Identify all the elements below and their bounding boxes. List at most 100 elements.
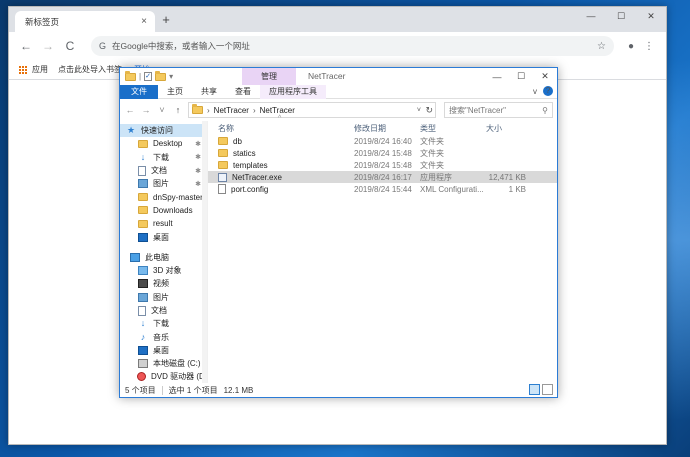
video-icon [138, 279, 148, 289]
nav-item-music[interactable]: ♪ 音乐 [120, 330, 207, 343]
file-date: 2019/8/24 15:48 [354, 148, 412, 158]
nav-this-pc[interactable]: 此电脑 [120, 251, 207, 264]
browser-tab[interactable]: 新标签页 × [15, 11, 155, 32]
refresh-icon[interactable]: ↻ [425, 105, 433, 116]
column-size[interactable]: 大小 [486, 123, 526, 134]
document-icon [138, 305, 146, 316]
address-dropdown-icon[interactable]: ˅ [417, 107, 421, 114]
maximize-button[interactable]: ☐ [606, 7, 636, 25]
tab-close-icon[interactable]: × [137, 16, 151, 27]
nav-item-pc-documents[interactable]: 文档 [120, 304, 207, 317]
breadcrumb-chevron-icon[interactable]: › [253, 106, 256, 115]
folder-icon [125, 70, 136, 81]
apps-icon[interactable] [19, 65, 27, 74]
nav-quick-access[interactable]: ★ 快速访问 [120, 124, 207, 138]
forward-button[interactable]: → [39, 37, 57, 55]
nav-item-videos[interactable]: 视频 [120, 277, 207, 290]
close-button[interactable]: ✕ [636, 7, 666, 25]
file-row[interactable]: db 2019/8/24 16:40 文件夹 [208, 135, 557, 147]
breadcrumb-item[interactable]: NetTracer [260, 106, 295, 115]
back-arrow-icon[interactable]: ← [124, 105, 136, 115]
column-type[interactable]: 类型 [420, 123, 486, 134]
file-row-selected[interactable]: NetTracer.exe 2019/8/24 16:17 应用程序 12,47… [208, 171, 557, 183]
tab-title: 新标签页 [25, 16, 60, 27]
nav-scrollbar[interactable] [202, 121, 207, 383]
download-icon: ↓ [140, 318, 146, 329]
nav-item-3d[interactable]: 3D 对象 [120, 264, 207, 277]
nav-item-downloads-folder[interactable]: Downloads [120, 204, 207, 217]
search-icon: ⚲ [542, 105, 548, 115]
nav-item-pc-desktop[interactable]: 桌面 [120, 344, 207, 357]
nav-item-pc-downloads[interactable]: ↓ 下载 [120, 317, 207, 330]
file-date: 2019/8/24 16:17 [354, 172, 412, 182]
nav-item-dvd[interactable]: DVD 驱动器 (D: [120, 370, 207, 383]
apps-label[interactable]: 应用 [32, 64, 48, 75]
nav-item-result[interactable]: result [120, 217, 207, 230]
tab-app-tools[interactable]: 应用程序工具 [260, 84, 326, 99]
omnibox[interactable]: G 在Google中搜索，或者输入一个网址 ☆ [91, 36, 614, 56]
recent-dropdown-icon[interactable]: ˅ [156, 105, 168, 115]
back-button[interactable]: ← [17, 37, 35, 55]
nav-item-local-disk[interactable]: 本地磁盘 (C:) [120, 357, 207, 370]
file-name: port.config [231, 184, 269, 194]
nav-item-desktop[interactable]: Desktop ✱ [120, 137, 207, 150]
forward-arrow-icon[interactable]: → [140, 105, 152, 115]
file-row[interactable]: templates 2019/8/24 15:48 文件夹 [208, 159, 557, 171]
manage-context-tab[interactable]: 管理 [242, 68, 296, 85]
tab-view[interactable]: 查看 [226, 85, 260, 99]
nav-item-documents[interactable]: 文档 ✱ [120, 164, 207, 177]
download-icon: ↓ [140, 151, 146, 162]
nav-item-label: Desktop [153, 139, 183, 149]
address-bar[interactable]: › NetTracer › NetTracer ˅ ↻ [188, 102, 436, 118]
new-tab-button[interactable]: + [159, 13, 173, 27]
nav-item-label: 下载 [153, 152, 169, 162]
nav-item-pc-pictures[interactable]: 图片 [120, 291, 207, 304]
minimize-button[interactable]: — [576, 7, 606, 25]
nav-item-desktop-cn[interactable]: 桌面 [120, 230, 207, 243]
file-row[interactable]: statics 2019/8/24 15:48 文件夹 [208, 147, 557, 159]
search-input[interactable]: 搜索"NetTracer" ⚲ [444, 102, 553, 118]
nav-item-label: 下载 [153, 319, 169, 329]
column-date[interactable]: 修改日期 [354, 123, 420, 134]
breadcrumb-item[interactable]: NetTracer [214, 106, 249, 115]
tab-file[interactable]: 文件 [120, 84, 158, 99]
up-arrow-icon[interactable]: ↑ [172, 105, 184, 115]
qa-dropdown-icon[interactable]: ▾ [169, 72, 173, 81]
new-folder-icon[interactable] [155, 70, 167, 81]
file-type: 文件夹 [420, 148, 444, 158]
nav-item-pictures[interactable]: 图片 ✱ [120, 177, 207, 190]
explorer-maximize-button[interactable]: ☐ [509, 68, 533, 85]
nav-item-downloads[interactable]: ↓ 下载 ✱ [120, 151, 207, 164]
explorer-window-title: NetTracer [308, 71, 346, 81]
help-icon[interactable]: ? [543, 86, 553, 96]
tab-share[interactable]: 共享 [192, 85, 226, 99]
column-header-row: ^ 名称 修改日期 类型 大小 [208, 115, 557, 135]
tab-home[interactable]: 主页 [158, 85, 192, 99]
chrome-window-controls: — ☐ ✕ [576, 7, 666, 32]
explorer-minimize-button[interactable]: — [485, 68, 509, 85]
ribbon-expand-icon[interactable]: v [533, 87, 537, 96]
file-type: 应用程序 [420, 172, 452, 182]
column-name[interactable]: 名称 [208, 123, 354, 134]
properties-icon[interactable]: ✓ [144, 72, 153, 81]
nav-item-dnspy[interactable]: dnSpy-master [120, 190, 207, 203]
reload-button[interactable]: C [61, 37, 79, 55]
file-date: 2019/8/24 15:48 [354, 160, 412, 170]
file-list: ^ 名称 修改日期 类型 大小 db 2019/8/24 16:40 文件夹 s… [208, 115, 557, 383]
menu-icon[interactable]: ⋮ [640, 41, 658, 52]
document-icon [138, 165, 146, 176]
profile-icon[interactable]: ● [622, 41, 640, 52]
large-icons-view-icon[interactable] [542, 384, 553, 395]
navigation-pane: ★ 快速访问 Desktop ✱ ↓ 下载 ✱ 文档 ✱ 图片 ✱ dnSpy-… [120, 121, 208, 383]
details-view-icon[interactable] [529, 384, 540, 395]
file-name: statics [233, 148, 256, 158]
breadcrumb-chevron-icon[interactable]: › [207, 106, 210, 115]
file-row[interactable]: port.config 2019/8/24 15:44 XML Configur… [208, 183, 557, 195]
pin-icon: ✱ [195, 140, 201, 148]
nav-item-label: 视频 [153, 279, 169, 289]
computer-icon [130, 252, 140, 262]
desktop-icon [138, 232, 148, 242]
nav-item-label: 此电脑 [145, 252, 169, 262]
explorer-close-button[interactable]: ✕ [533, 68, 557, 85]
bookmark-star-icon[interactable]: ☆ [597, 41, 606, 52]
